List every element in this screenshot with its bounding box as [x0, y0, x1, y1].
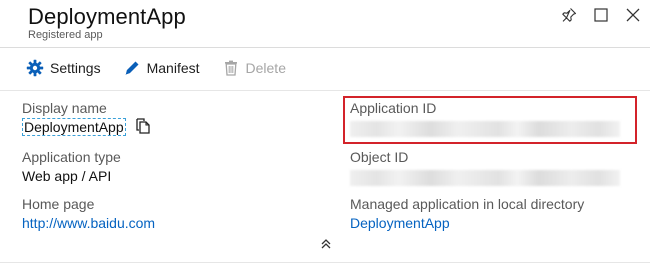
object-id-field: Object ID — [350, 149, 620, 186]
application-type-value: Web app / API — [22, 168, 112, 184]
managed-app-field: Managed application in local directory D… — [350, 196, 584, 232]
manifest-button[interactable]: Manifest — [123, 59, 200, 77]
display-name-label: Display name — [22, 100, 107, 116]
page-title: DeploymentApp — [28, 4, 186, 29]
bottom-divider — [0, 262, 650, 263]
app-registration-blade: DeploymentApp Registered app Settings Ma… — [0, 0, 650, 275]
home-page-label: Home page — [22, 196, 95, 212]
double-chevron-up-icon — [320, 237, 332, 255]
object-id-value-redacted — [350, 170, 620, 186]
close-icon[interactable] — [624, 6, 642, 24]
trash-icon — [222, 59, 240, 77]
gear-icon — [26, 59, 44, 77]
application-id-highlight — [343, 96, 637, 144]
header-divider — [0, 47, 650, 48]
home-page-link[interactable]: http://www.baidu.com — [22, 214, 155, 232]
copy-icon[interactable] — [135, 118, 150, 138]
toolbar-divider — [0, 90, 650, 91]
delete-button[interactable]: Delete — [222, 59, 286, 77]
manifest-label: Manifest — [146, 60, 200, 76]
page-subtitle: Registered app — [28, 29, 103, 41]
application-type-field: Application type Web app / API — [22, 149, 121, 185]
header-actions — [560, 6, 642, 24]
maximize-icon[interactable] — [592, 6, 610, 24]
managed-app-label: Managed application in local directory — [350, 196, 585, 212]
settings-label: Settings — [50, 60, 101, 76]
object-id-label: Object ID — [350, 149, 409, 165]
delete-label: Delete — [245, 60, 286, 76]
display-name-value[interactable]: DeploymentApp — [22, 118, 126, 136]
pencil-icon — [123, 59, 141, 77]
application-type-label: Application type — [22, 149, 121, 165]
collapse-essentials-button[interactable] — [318, 238, 334, 254]
home-page-field: Home page http://www.baidu.com — [22, 196, 155, 232]
managed-app-link[interactable]: DeploymentApp — [350, 214, 584, 232]
command-bar: Settings Manifest Delete — [26, 59, 286, 77]
pin-icon[interactable] — [560, 6, 578, 24]
display-name-field: Display name DeploymentApp — [22, 100, 150, 138]
settings-button[interactable]: Settings — [26, 59, 101, 77]
